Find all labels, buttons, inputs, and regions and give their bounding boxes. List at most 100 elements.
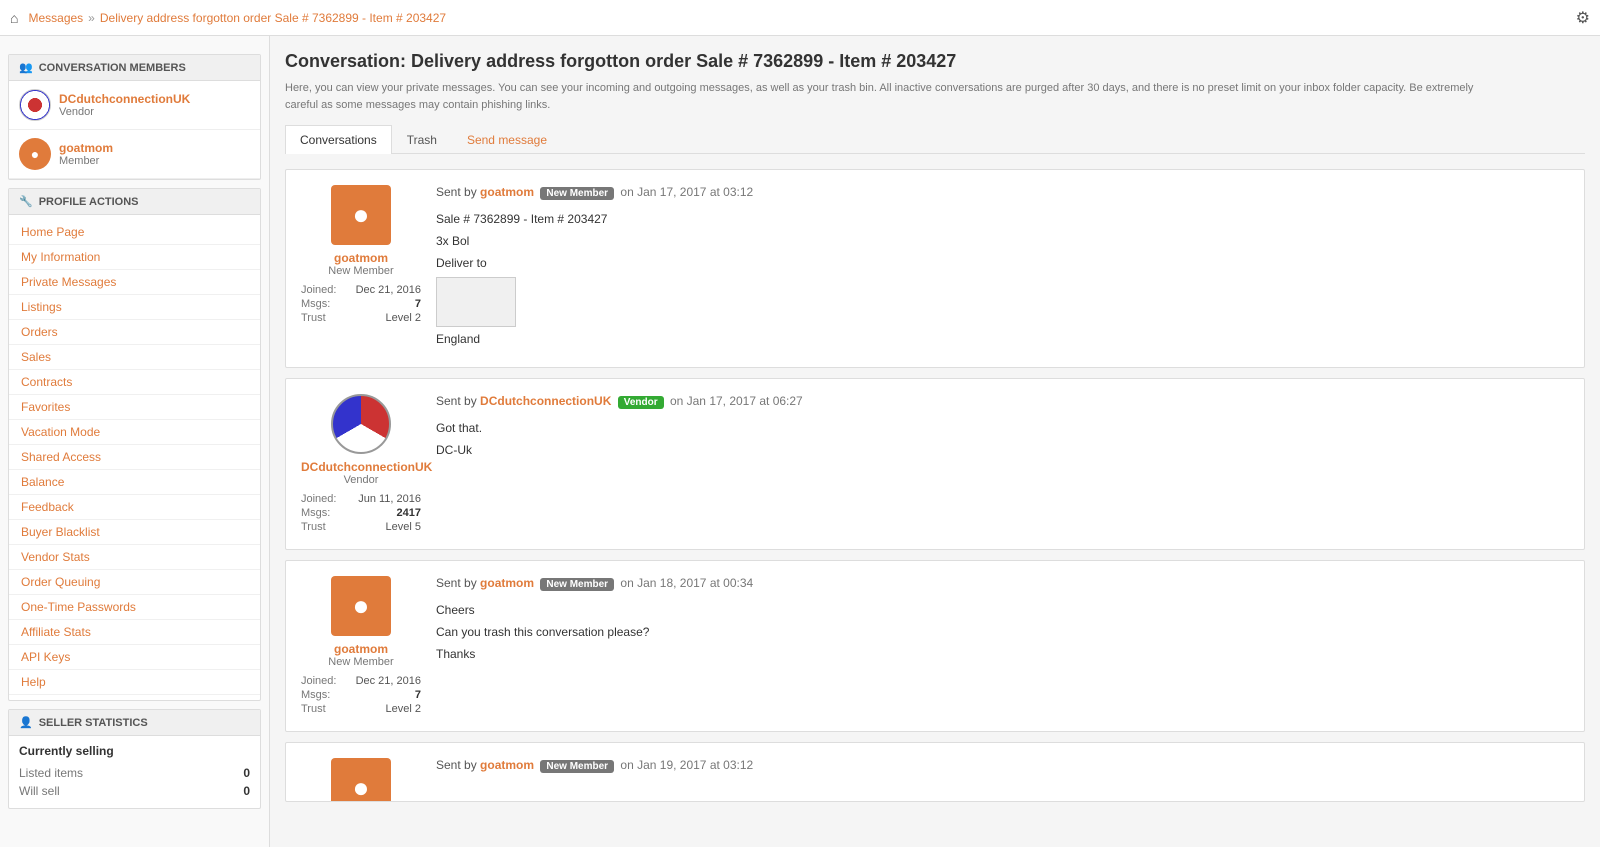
sender-avatar-1: ●: [331, 185, 391, 245]
seller-statistics-panel: 👤 SELLER STATISTICS Currently selling Li…: [8, 709, 261, 809]
sender-avatar-3: ●: [331, 576, 391, 636]
msg-date-1: on Jan 17, 2017 at 03:12: [620, 185, 753, 199]
message-header-4: Sent by goatmom New Member on Jan 19, 20…: [436, 758, 1569, 773]
profile-actions-header: 🔧 PROFILE ACTIONS: [9, 189, 260, 215]
action-favorites[interactable]: Favorites: [9, 395, 260, 420]
sender-meta-1: Joined: Dec 21, 2016 Msgs: 7 Trust Level…: [301, 283, 421, 325]
sender-role-2: Vendor: [301, 474, 421, 486]
action-shared-access[interactable]: Shared Access: [9, 445, 260, 470]
breadcrumb-current: Delivery address forgotton order Sale # …: [100, 11, 446, 25]
msg-sender-link-3[interactable]: goatmom: [480, 576, 534, 590]
msg-sender-link-4[interactable]: goatmom: [480, 758, 534, 772]
conversation-members-header: 👥 CONVERSATION MEMBERS: [9, 55, 260, 81]
sender-panel-1: ● goatmom New Member Joined: Dec 21, 201…: [301, 185, 421, 352]
members-icon: 👥: [19, 61, 33, 74]
conversation-members-panel: 👥 CONVERSATION MEMBERS DCdutchconnection…: [8, 54, 261, 180]
action-listings[interactable]: Listings: [9, 295, 260, 320]
member-name-vendor[interactable]: DCdutchconnectionUK: [59, 92, 190, 106]
settings-icon[interactable]: ⚙: [1576, 8, 1590, 28]
message-body-1: Sent by goatmom New Member on Jan 17, 20…: [436, 185, 1569, 352]
redacted-address: [436, 277, 516, 327]
vendor-avatar-big: [331, 394, 391, 454]
sender-name-1[interactable]: goatmom: [301, 251, 421, 265]
member-role-vendor: Vendor: [59, 106, 190, 118]
msg-date-3: on Jan 18, 2017 at 00:34: [620, 576, 753, 590]
page-title: Conversation: Delivery address forgotton…: [285, 51, 1585, 72]
sender-panel-3: ● goatmom New Member Joined: Dec 21, 201…: [301, 576, 421, 716]
action-contracts[interactable]: Contracts: [9, 370, 260, 395]
member-avatar: ●: [19, 138, 51, 170]
action-api-keys[interactable]: API Keys: [9, 645, 260, 670]
badge-member-4: New Member: [540, 760, 614, 773]
action-buyer-blacklist[interactable]: Buyer Blacklist: [9, 520, 260, 545]
profile-actions-panel: 🔧 PROFILE ACTIONS Home Page My Informati…: [8, 188, 261, 701]
sidebar: 👥 CONVERSATION MEMBERS DCdutchconnection…: [0, 36, 270, 847]
breadcrumb-separator: »: [88, 11, 95, 25]
tab-send-message[interactable]: Send message: [452, 125, 562, 154]
action-balance[interactable]: Balance: [9, 470, 260, 495]
message-header-1: Sent by goatmom New Member on Jan 17, 20…: [436, 185, 1569, 200]
action-vacation-mode[interactable]: Vacation Mode: [9, 420, 260, 445]
action-otp[interactable]: One-Time Passwords: [9, 595, 260, 620]
action-feedback[interactable]: Feedback: [9, 495, 260, 520]
tab-conversations[interactable]: Conversations: [285, 125, 392, 154]
vendor-avatar: [19, 89, 51, 121]
conversation-tabs: Conversations Trash Send message: [285, 125, 1585, 154]
action-order-queuing[interactable]: Order Queuing: [9, 570, 260, 595]
sender-name-2[interactable]: DCdutchconnectionUK: [301, 460, 421, 474]
sender-name-3[interactable]: goatmom: [301, 642, 421, 656]
message-card-3: ● goatmom New Member Joined: Dec 21, 201…: [285, 560, 1585, 732]
action-sales[interactable]: Sales: [9, 345, 260, 370]
profile-actions-list: Home Page My Information Private Message…: [9, 215, 260, 700]
tab-trash[interactable]: Trash: [392, 125, 452, 154]
badge-vendor-2: Vendor: [618, 396, 664, 409]
msg-date-4: on Jan 19, 2017 at 03:12: [620, 758, 753, 772]
message-body-4: Sent by goatmom New Member on Jan 19, 20…: [436, 758, 1569, 786]
member-item-member: ● goatmom Member: [9, 130, 260, 179]
stats-icon: 👤: [19, 716, 33, 729]
main-content: Conversation: Delivery address forgotton…: [270, 36, 1600, 847]
msg-sender-link-1[interactable]: goatmom: [480, 185, 534, 199]
message-header-3: Sent by goatmom New Member on Jan 18, 20…: [436, 576, 1569, 591]
msg-date-2: on Jan 17, 2017 at 06:27: [670, 394, 803, 408]
message-body-3: Sent by goatmom New Member on Jan 18, 20…: [436, 576, 1569, 716]
member-info-member: goatmom Member: [59, 141, 113, 167]
message-card-2: DCdutchconnectionUK Vendor Joined: Jun 1…: [285, 378, 1585, 550]
sender-role-1: New Member: [301, 265, 421, 277]
message-text-3: Cheers Can you trash this conversation p…: [436, 601, 1569, 665]
message-header-2: Sent by DCdutchconnectionUK Vendor on Ja…: [436, 394, 1569, 409]
page-description: Here, you can view your private messages…: [285, 80, 1485, 113]
badge-member-1: New Member: [540, 187, 614, 200]
sender-panel-2: DCdutchconnectionUK Vendor Joined: Jun 1…: [301, 394, 421, 534]
action-home-page[interactable]: Home Page: [9, 220, 260, 245]
message-text-1: Sale # 7362899 - Item # 203427 3x Bol De…: [436, 210, 1569, 349]
message-card-4: ● Sent by goatmom New Member on Jan 19, …: [285, 742, 1585, 802]
member-info-vendor: DCdutchconnectionUK Vendor: [59, 92, 190, 118]
seller-stats-header: 👤 SELLER STATISTICS: [9, 710, 260, 736]
profile-icon: 🔧: [19, 195, 33, 208]
sender-role-3: New Member: [301, 656, 421, 668]
message-body-2: Sent by DCdutchconnectionUK Vendor on Ja…: [436, 394, 1569, 534]
page-layout: 👥 CONVERSATION MEMBERS DCdutchconnection…: [0, 36, 1600, 847]
badge-member-3: New Member: [540, 578, 614, 591]
seller-stats-content: Currently selling Listed items 0 Will se…: [9, 736, 260, 808]
action-orders[interactable]: Orders: [9, 320, 260, 345]
msg-sender-link-2[interactable]: DCdutchconnectionUK: [480, 394, 611, 408]
action-private-messages[interactable]: Private Messages: [9, 270, 260, 295]
member-item-vendor: DCdutchconnectionUK Vendor: [9, 81, 260, 130]
breadcrumb-messages[interactable]: Messages: [28, 11, 83, 25]
sender-meta-2: Joined: Jun 11, 2016 Msgs: 2417 Trust Le…: [301, 492, 421, 534]
home-icon[interactable]: ⌂: [10, 10, 18, 26]
message-card-1: ● goatmom New Member Joined: Dec 21, 201…: [285, 169, 1585, 368]
message-text-2: Got that. DC-Uk: [436, 419, 1569, 460]
top-nav: ⌂ Messages » Delivery address forgotton …: [0, 0, 1600, 36]
action-my-information[interactable]: My Information: [9, 245, 260, 270]
sender-panel-4: ●: [301, 758, 421, 786]
sender-meta-3: Joined: Dec 21, 2016 Msgs: 7 Trust Level…: [301, 674, 421, 716]
action-vendor-stats[interactable]: Vendor Stats: [9, 545, 260, 570]
member-role-member: Member: [59, 155, 113, 167]
stats-row-willsell: Will sell 0: [19, 782, 250, 800]
member-name-member[interactable]: goatmom: [59, 141, 113, 155]
action-affiliate-stats[interactable]: Affiliate Stats: [9, 620, 260, 645]
action-help[interactable]: Help: [9, 670, 260, 695]
